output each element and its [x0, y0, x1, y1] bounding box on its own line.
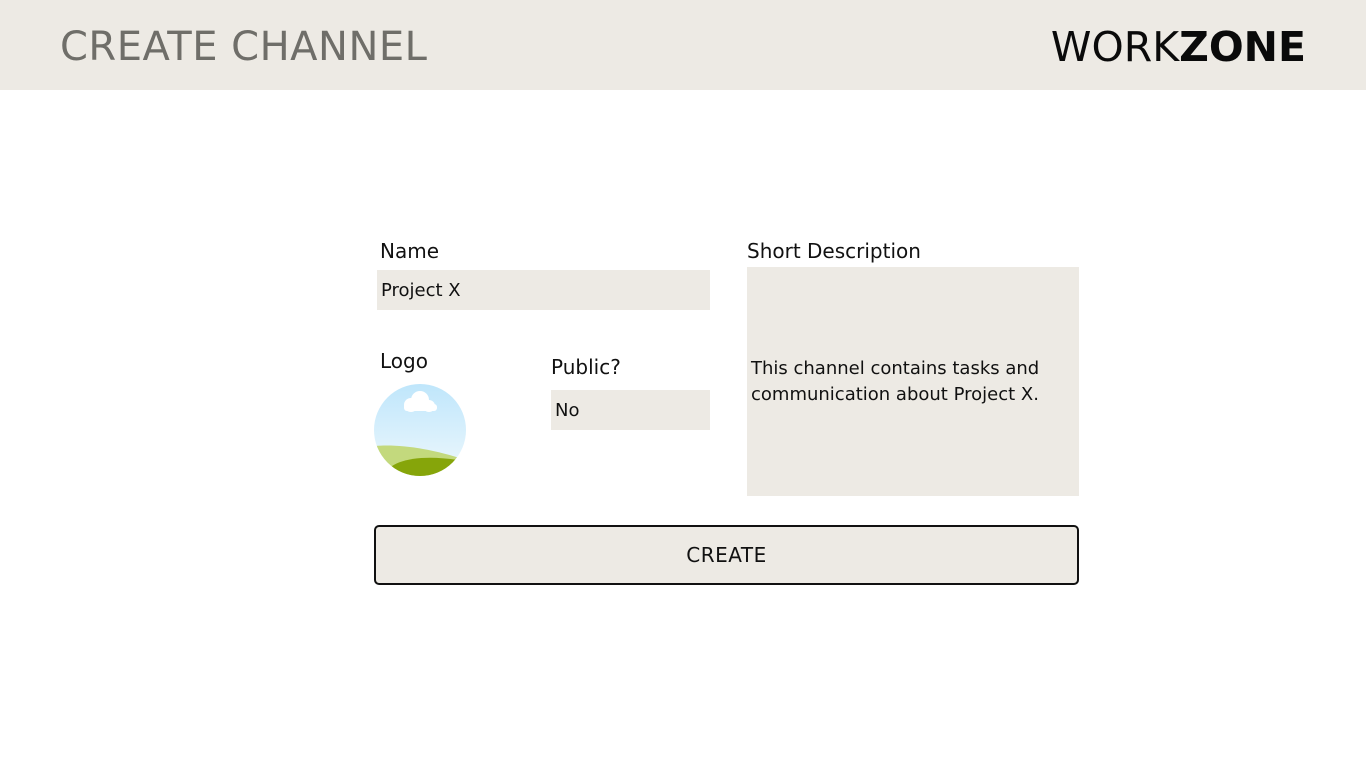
public-label: Public? [551, 355, 621, 379]
header-bar: CREATE CHANNEL WORKZONE [0, 0, 1366, 90]
brand-light: WORK [1050, 23, 1180, 71]
logo-label: Logo [380, 349, 428, 373]
description-label: Short Description [747, 239, 921, 263]
name-label: Name [380, 239, 440, 263]
description-textarea[interactable]: This channel contains tasks and communic… [747, 267, 1079, 496]
brand-logo: WORKZONE [1051, 22, 1306, 72]
create-button[interactable]: CREATE [374, 525, 1079, 585]
public-select[interactable] [551, 390, 710, 430]
logo-picker[interactable] [374, 384, 466, 476]
brand-bold: ZONE [1179, 23, 1306, 71]
page-title: CREATE CHANNEL [60, 24, 428, 70]
name-input[interactable] [377, 270, 710, 310]
landscape-icon [374, 384, 466, 476]
description-text: This channel contains tasks and communic… [751, 357, 1040, 405]
